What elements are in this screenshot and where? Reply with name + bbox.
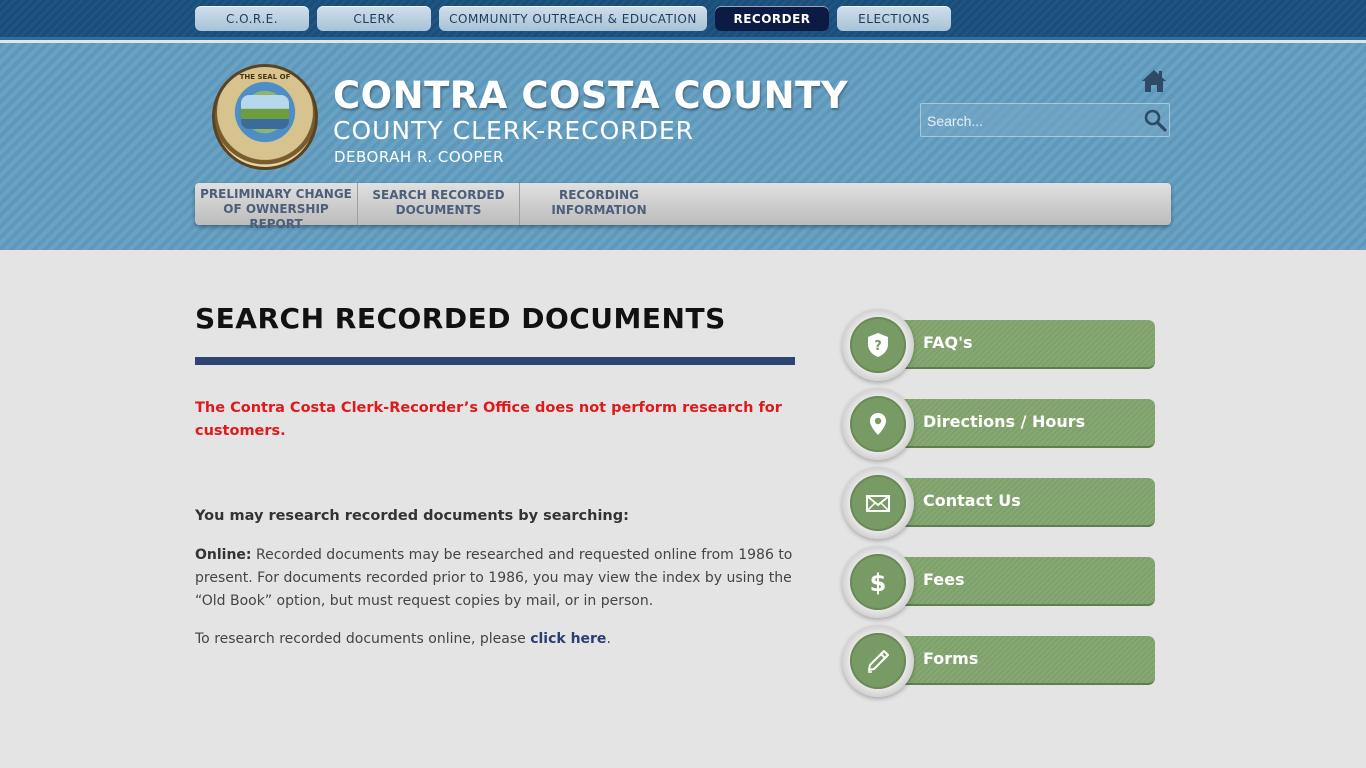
directions-hours-label: Directions / Hours [923, 412, 1086, 431]
fees-icon-badge: $ [842, 546, 914, 618]
search-icon[interactable] [1143, 108, 1167, 132]
forms-icon-badge [842, 625, 914, 697]
recorder-subnav: PRELIMINARY CHANGE OF OWNERSHIP REPORT S… [195, 183, 1171, 231]
online-paragraph: Online: Recorded documents may be resear… [195, 544, 795, 613]
faqs-icon-badge: ? [842, 309, 914, 381]
tab-recorder[interactable]: RECORDER [715, 6, 829, 31]
forms-button[interactable]: Forms [842, 625, 1155, 699]
directions-hours-button[interactable]: Directions / Hours [842, 388, 1155, 462]
title-divider [195, 357, 795, 365]
research-intro: You may research recorded documents by s… [195, 508, 629, 524]
tab-elections[interactable]: ELECTIONS [837, 6, 951, 31]
county-seal-logo[interactable]: THE SEAL OF [212, 64, 318, 170]
forms-label: Forms [923, 649, 979, 668]
page-title: SEARCH RECORDED DOCUMENTS [195, 302, 726, 335]
research-online-paragraph: To research recorded documents online, p… [195, 631, 795, 647]
shield-question-icon: ? [868, 333, 888, 357]
fees-label: Fees [923, 570, 965, 589]
seal-landscape [241, 95, 289, 129]
top-tab-bar: C.O.R.E. CLERK COMMUNITY OUTREACH & EDUC… [0, 0, 1366, 40]
site-title[interactable]: CONTRA COSTA COUNTY [333, 74, 848, 117]
pen-icon [868, 650, 889, 673]
tab-core[interactable]: C.O.R.E. [195, 6, 309, 31]
fees-button[interactable]: Fees $ [842, 546, 1155, 620]
search-input[interactable] [927, 111, 1127, 131]
home-icon[interactable] [1141, 68, 1167, 94]
site-subtitle: COUNTY CLERK-RECORDER [333, 116, 695, 145]
svg-text:?: ? [874, 339, 882, 354]
research-notice: The Contra Costa Clerk-Recorder’s Office… [195, 400, 782, 439]
online-description: Recorded documents may be researched and… [195, 547, 793, 609]
tab-clerk[interactable]: CLERK [317, 6, 431, 31]
contact-icon-badge [842, 467, 914, 539]
forms-button-bar [878, 636, 1155, 685]
research-prefix: To research recorded documents online, p… [195, 631, 531, 647]
faqs-button[interactable]: FAQ's ? [842, 309, 1155, 383]
subnav-search-recorded-documents[interactable]: SEARCH RECORDED DOCUMENTS [358, 183, 519, 225]
official-name: DEBORAH R. COOPER [334, 148, 504, 166]
online-label: Online: [195, 547, 252, 563]
subnav-recording-information[interactable]: RECORDING INFORMATION [520, 183, 678, 225]
faqs-label: FAQ's [923, 333, 973, 352]
subnav-preliminary-change-of-ownership[interactable]: PRELIMINARY CHANGE OF OWNERSHIP REPORT [195, 183, 357, 231]
research-suffix: . [606, 631, 611, 647]
envelope-icon [866, 495, 890, 512]
fees-button-bar [878, 557, 1155, 606]
contact-us-label: Contact Us [923, 491, 1021, 510]
map-pin-icon [870, 413, 886, 435]
search-box [920, 103, 1170, 137]
tab-community-outreach[interactable]: COMMUNITY OUTREACH & EDUCATION [439, 6, 707, 31]
directions-icon-badge [842, 388, 914, 460]
contact-us-button[interactable]: Contact Us [842, 467, 1155, 541]
dollar-icon: $ [870, 569, 887, 596]
svg-text:$: $ [870, 569, 887, 596]
seal-text: THE SEAL OF [239, 73, 291, 81]
faqs-button-bar [878, 320, 1155, 369]
click-here-link[interactable]: click here [530, 631, 606, 647]
